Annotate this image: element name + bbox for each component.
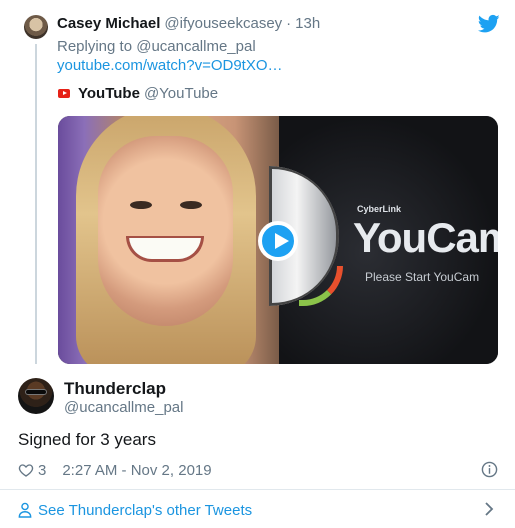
replying-to: Replying to @ucancallme_pal — [57, 38, 256, 55]
header-separator: · — [286, 15, 292, 32]
tweet-embed-card: Casey Michael @ifyouseekcasey · 13h Replyin… — [0, 0, 515, 528]
youtube-logo-icon — [58, 88, 70, 98]
author-name[interactable]: Thunderclap — [64, 379, 166, 399]
parent-author-handle[interactable]: @ifyouseekcasey — [164, 15, 282, 32]
parent-avatar[interactable] — [24, 15, 48, 39]
parent-author-name[interactable]: Casey Michael — [57, 15, 160, 32]
youtube-name: YouTube — [78, 84, 140, 102]
tweet-text: Signed for 3 years — [18, 430, 156, 449]
video-person-frame — [58, 116, 279, 364]
youcam-label: YouCam — [353, 214, 498, 261]
see-other-tweets-label: See Thunderclap's other Tweets — [38, 501, 253, 519]
play-icon[interactable] — [258, 221, 298, 261]
cyberlink-label: CyberLink — [357, 204, 402, 214]
youtube-handle: @YouTube — [143, 84, 219, 102]
author-handle[interactable]: @ucancallme_pal — [64, 399, 183, 416]
parent-tweet-header: Casey Michael @ifyouseekcasey · 13h — [57, 15, 320, 32]
divider — [0, 489, 515, 490]
youtube-source[interactable]: YouTube @YouTube — [58, 84, 218, 102]
parent-tweet-time[interactable]: 13h — [295, 15, 320, 32]
person-icon — [18, 502, 32, 518]
avatar[interactable] — [18, 378, 54, 414]
chevron-right-icon[interactable] — [484, 502, 494, 516]
see-other-tweets-link[interactable]: See Thunderclap's other Tweets — [18, 500, 252, 520]
video-youcam-frame: CyberLink YouCam Please Start YouCam — [269, 116, 498, 364]
like-count[interactable]: 3 — [38, 462, 46, 479]
heart-icon[interactable] — [18, 462, 34, 478]
tweet-timestamp[interactable]: 2:27 AM - Nov 2, 2019 — [62, 462, 211, 479]
youtube-link[interactable]: youtube.com/watch?v=OD9tXO… — [57, 57, 283, 74]
tweet-meta: 3 2:27 AM - Nov 2, 2019 — [18, 461, 212, 479]
thread-line — [35, 44, 37, 364]
twitter-bird-icon[interactable] — [478, 14, 500, 34]
youcam-caption: Please Start YouCam — [365, 270, 480, 284]
info-icon[interactable] — [481, 461, 498, 478]
